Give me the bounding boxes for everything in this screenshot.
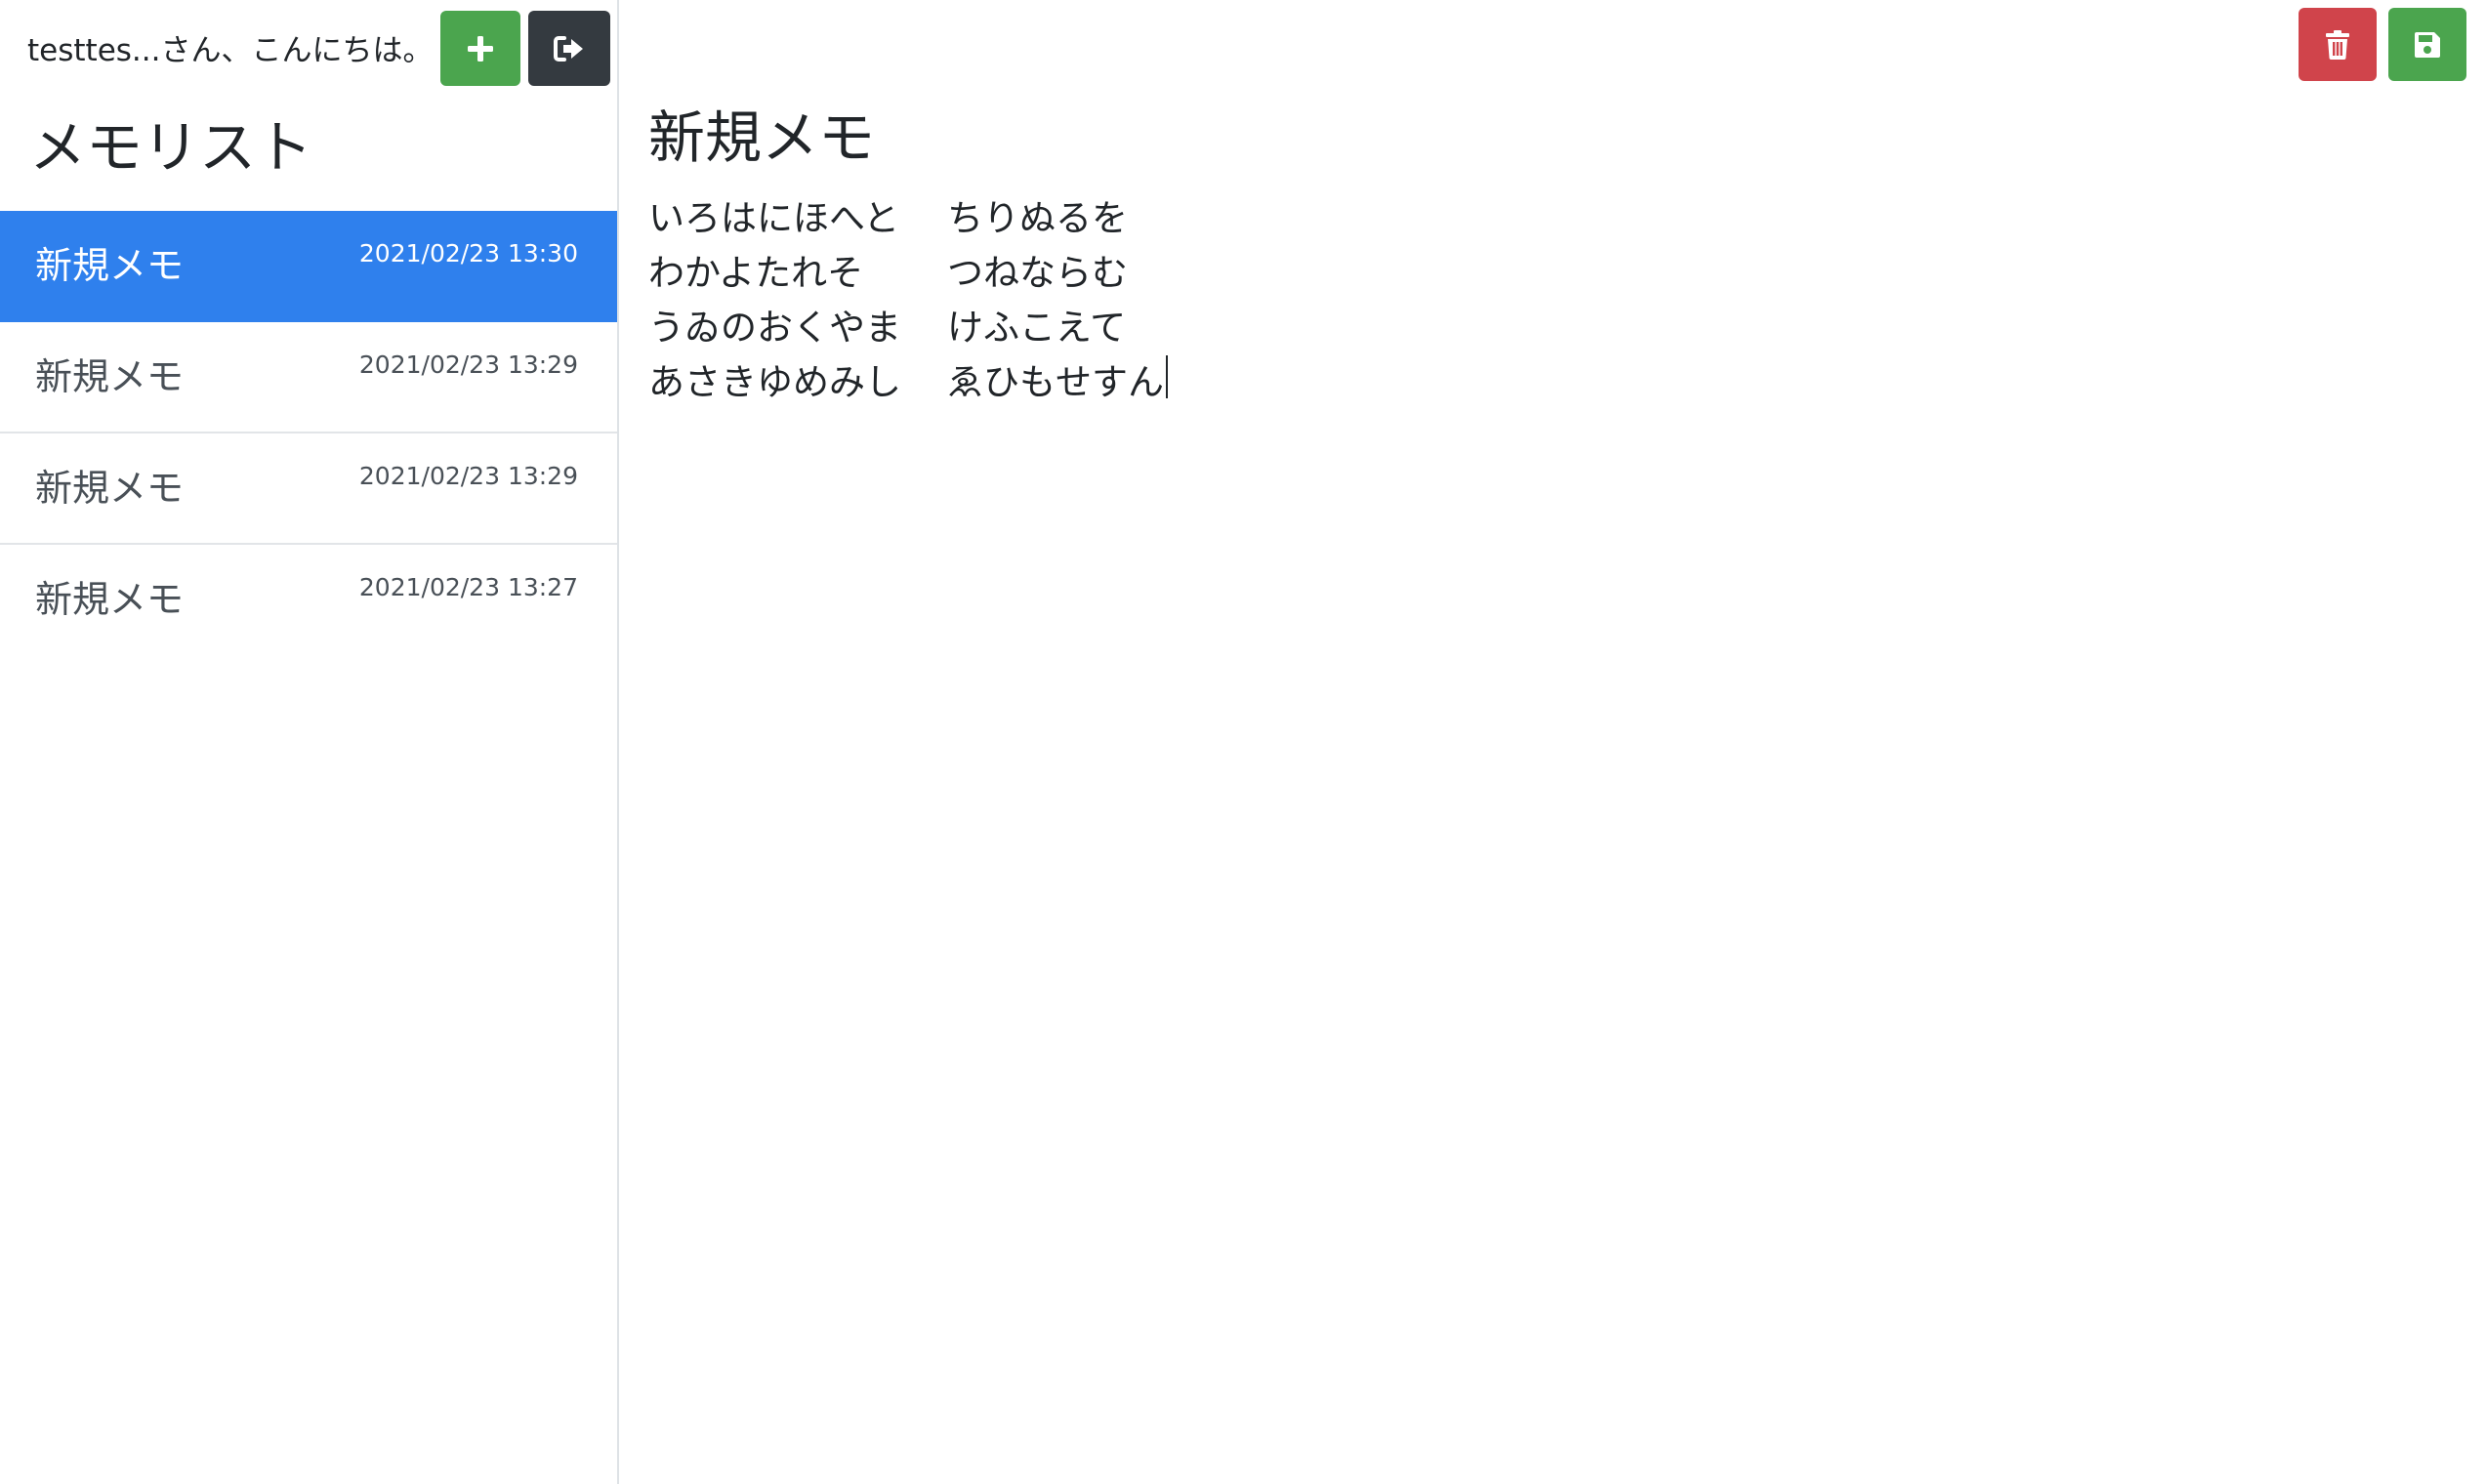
logout-button[interactable] [528,11,610,86]
sidebar: testtes...さん、こんにちは。 メモリスト 新規メモ 2021/02/2… [0,0,619,1484]
memo-list-title: メモリスト [29,114,313,181]
memo-line-text: けふこえて [947,307,1127,349]
sidebar-header: testtes...さん、こんにちは。 [0,0,617,102]
memo-app: testtes...さん、こんにちは。 メモリスト 新規メモ 2021/02/2… [0,0,2486,1484]
memo-title[interactable]: 新規メモ [648,102,875,174]
plus-icon [466,34,495,63]
memo-editor: 新規メモ いろはにほへと ちりぬるを わかよたれそ つねならむ うゐのおくやま … [619,0,2486,1484]
memo-line-text: わかよたれそ [648,252,864,294]
floppy-disk-icon [2414,31,2441,59]
add-memo-button[interactable] [440,11,520,86]
memo-body-line: うゐのおくやま けふこえて [648,301,2425,355]
memo-body-line: わかよたれそ つねならむ [648,246,2425,301]
memo-list-item[interactable]: 新規メモ 2021/02/23 13:29 [0,433,617,545]
greeting-text: testtes...さん、こんにちは。 [27,33,434,68]
memo-body-textarea[interactable]: いろはにほへと ちりぬるを わかよたれそ つねならむ うゐのおくやま けふこえて… [648,191,2425,410]
save-memo-button[interactable] [2388,8,2466,81]
text-caret [1166,355,1168,398]
memo-item-date: 2021/02/23 13:27 [358,573,578,601]
memo-item-title: 新規メモ [35,355,185,398]
memo-list-item[interactable]: 新規メモ 2021/02/23 13:29 [0,322,617,433]
memo-item-title: 新規メモ [35,244,185,287]
memo-item-title: 新規メモ [35,467,185,510]
memo-item-date: 2021/02/23 13:29 [358,462,578,490]
memo-item-date: 2021/02/23 13:30 [358,239,578,268]
trash-icon [2325,29,2350,60]
memo-item-date: 2021/02/23 13:29 [358,350,578,379]
memo-list: 新規メモ 2021/02/23 13:30 新規メモ 2021/02/23 13… [0,211,617,656]
memo-line-text: つねならむ [947,252,1128,294]
delete-memo-button[interactable] [2299,8,2377,81]
memo-line-text: ちりぬるを [947,197,1128,239]
memo-item-title: 新規メモ [35,578,185,621]
memo-body-line: いろはにほへと ちりぬるを [648,191,2425,246]
memo-list-item-active[interactable]: 新規メモ 2021/02/23 13:30 [0,211,617,322]
memo-line-text: あさきゆめみし [648,361,901,403]
memo-list-item[interactable]: 新規メモ 2021/02/23 13:27 [0,545,617,656]
memo-line-text: ゑひもせすん [947,361,1164,403]
memo-line-text: うゐのおくやま [648,307,901,349]
sign-out-icon [553,34,586,63]
memo-body-line: あさきゆめみし ゑひもせすん [648,355,2425,410]
memo-line-text: いろはにほへと [648,197,900,239]
